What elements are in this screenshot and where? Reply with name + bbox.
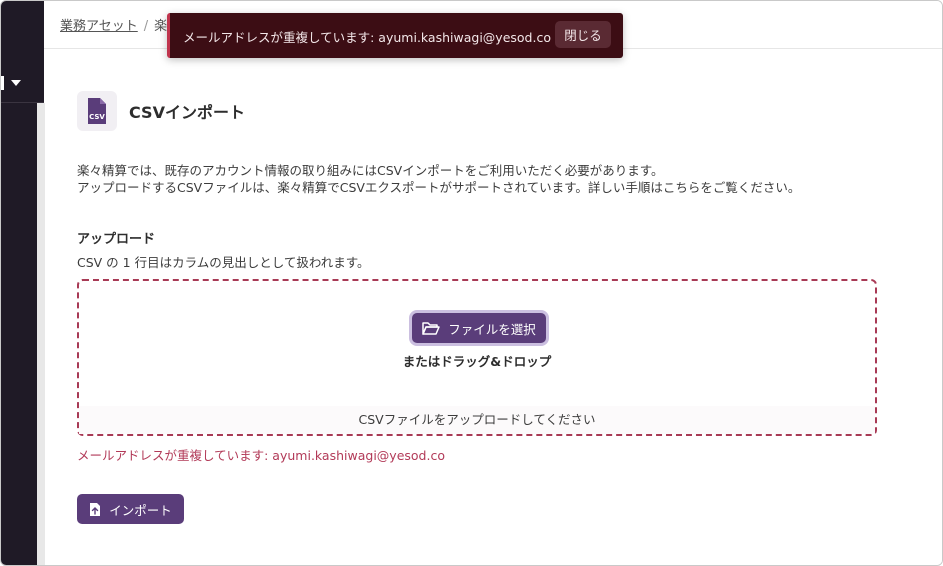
caret-down-icon: [11, 80, 21, 86]
csv-file-icon: CSV: [77, 91, 117, 131]
select-file-label: ファイルを選択: [448, 321, 536, 337]
dropzone-status: CSVファイルをアップロードしてください: [79, 406, 875, 434]
toast-message: メールアドレスが重複しています: ayumi.kashiwagi@yesod.c…: [183, 30, 551, 45]
import-button-label: インポート: [109, 502, 172, 518]
sidebar-edge: [37, 103, 45, 565]
description-line-2: アップロードするCSVファイルは、楽々精算でCSVエクスポートがサポートされてい…: [77, 180, 801, 195]
file-icon-label: CSV: [89, 113, 105, 121]
upload-error-message: メールアドレスが重複しています: ayumi.kashiwagi@yesod.c…: [77, 448, 445, 463]
folder-open-icon: [422, 322, 440, 335]
error-toast: メールアドレスが重複しています: ayumi.kashiwagi@yesod.c…: [167, 13, 623, 58]
upload-section-label: アップロード: [77, 232, 156, 247]
description-line-1: 楽々精算では、既存のアカウント情報の取り組みにはCSVインポートをご利用いただく…: [77, 163, 664, 178]
sidebar-selector-marker: [1, 76, 4, 90]
file-upload-icon: [90, 502, 101, 516]
app-window: 業務アセット / 楽 CSV CSVインポート 楽々精算では、既存のアカウント情報の…: [0, 0, 943, 566]
breadcrumb-link-assets[interactable]: 業務アセット: [60, 19, 138, 34]
breadcrumb-separator: /: [143, 19, 149, 34]
toast-close-button[interactable]: 閉じる: [555, 21, 611, 48]
select-file-button[interactable]: ファイルを選択: [412, 313, 546, 343]
breadcrumb-current: 楽: [154, 19, 168, 34]
import-button[interactable]: インポート: [77, 494, 184, 524]
main-content: CSV CSVインポート 楽々精算では、既存のアカウント情報の取り組みにはCSV…: [45, 50, 942, 565]
drag-drop-text: またはドラッグ&ドロップ: [402, 354, 552, 369]
page-title: CSVインポート: [129, 103, 245, 122]
sidebar-workspace-selector[interactable]: [1, 73, 44, 103]
breadcrumb: 業務アセット / 楽: [60, 15, 167, 34]
file-dropzone[interactable]: ファイルを選択 またはドラッグ&ドロップ CSVファイルをアップロードしてくださ…: [77, 279, 877, 436]
upload-hint: CSV の 1 行目はカラムの見出しとして扱われます。: [77, 255, 370, 270]
page-description: 楽々精算では、既存のアカウント情報の取り組みにはCSVインポートをご利用いただく…: [77, 162, 800, 196]
page-header: CSV CSVインポート: [77, 91, 245, 131]
